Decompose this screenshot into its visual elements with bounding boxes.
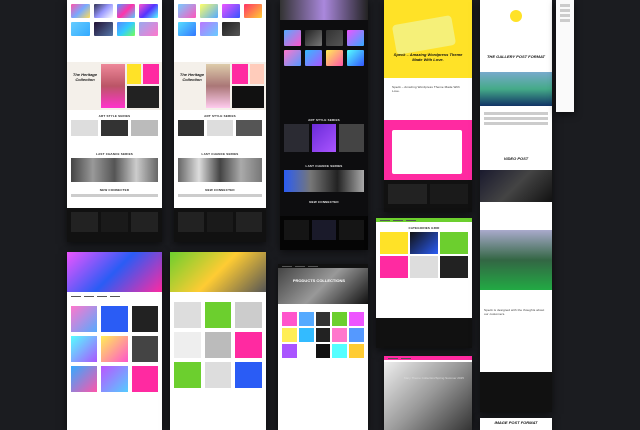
template-preview-9[interactable]: PRODUCTS COLLECTIONS xyxy=(278,264,368,430)
bottom-headline: Mary Theme Collection/Spring Summer 2015 xyxy=(404,376,464,380)
post-title: IMAGE POST FORMAT xyxy=(494,420,538,425)
product-thumb xyxy=(71,4,90,18)
footer xyxy=(67,208,162,242)
section-title: NEW CONNECTED xyxy=(99,188,130,192)
template-preview-4[interactable]: Speck – Amazing Wordpress Theme Made Wit… xyxy=(384,0,472,212)
product-thumb xyxy=(139,22,158,36)
bottom-headline: PRODUCTS COLLECTIONS xyxy=(292,278,346,283)
product-thumb xyxy=(93,4,113,18)
product-thumb xyxy=(116,4,136,18)
template-preview-6[interactable] xyxy=(556,0,574,112)
hero-headline: The Heritage Collection xyxy=(179,72,205,82)
hero-banner: The Heritage Collection xyxy=(67,62,162,110)
product-thumb xyxy=(71,22,90,36)
section-title: NEW CONNECTED xyxy=(205,188,235,192)
product-thumb xyxy=(116,22,136,36)
product-grid xyxy=(278,308,368,430)
product-thumb xyxy=(139,4,158,18)
footer xyxy=(174,208,266,242)
template-preview-2[interactable]: The Heritage Collection ART STYLE SERIES… xyxy=(174,0,266,242)
section-title: LAST CHANCE SERIES xyxy=(305,164,343,168)
hero-text-repeat: Speck – Amazing Wordpress Theme Made Wit… xyxy=(392,85,460,93)
post-title: VIDEO POST xyxy=(503,156,529,161)
hero-text: Speck – Amazing Wordpress Theme Made Wit… xyxy=(393,52,463,62)
template-preview-4c[interactable]: Mary Theme Collection/Spring Summer 2015 xyxy=(384,356,472,430)
template-preview-7[interactable] xyxy=(67,252,162,430)
top-nav xyxy=(376,218,472,222)
quote-text: Speck is designed with the thoughts abou… xyxy=(484,308,545,316)
template-preview-1[interactable]: The Heritage Collection ART STYLE SERIES… xyxy=(67,0,162,242)
footer xyxy=(376,318,472,348)
footer xyxy=(384,180,472,212)
template-preview-8[interactable] xyxy=(170,252,266,430)
section-title: LAST CHANCE SERIES xyxy=(201,152,239,156)
hero-headline: The Heritage Collection xyxy=(72,72,98,82)
product-grid xyxy=(174,0,266,58)
footer xyxy=(280,216,368,250)
tab-bar xyxy=(67,294,162,298)
post-title: THE GALLERY POST FORMAT xyxy=(486,54,545,59)
template-preview-5[interactable]: THE GALLERY POST FORMAT VIDEO POST Speck… xyxy=(480,0,552,412)
section-title: NEW CONNECTED xyxy=(309,200,339,204)
template-preview-4b[interactable]: CATEGORIES GRID xyxy=(376,218,472,348)
footer xyxy=(480,372,552,412)
section-title: LAST CHANCE SERIES xyxy=(96,152,133,156)
template-preview-5b[interactable]: IMAGE POST FORMAT xyxy=(480,418,552,430)
product-grid xyxy=(67,0,162,58)
hero-banner: The Heritage Collection xyxy=(174,62,266,110)
product-grid xyxy=(280,26,368,106)
product-grid xyxy=(67,302,162,430)
hero-banner: Speck – Amazing Wordpress Theme Made Wit… xyxy=(384,0,472,78)
product-thumb xyxy=(93,22,113,36)
template-preview-3[interactable]: ART STYLE SERIES LAST CHANCE SERIES NEW … xyxy=(280,0,368,250)
product-grid xyxy=(170,298,266,430)
